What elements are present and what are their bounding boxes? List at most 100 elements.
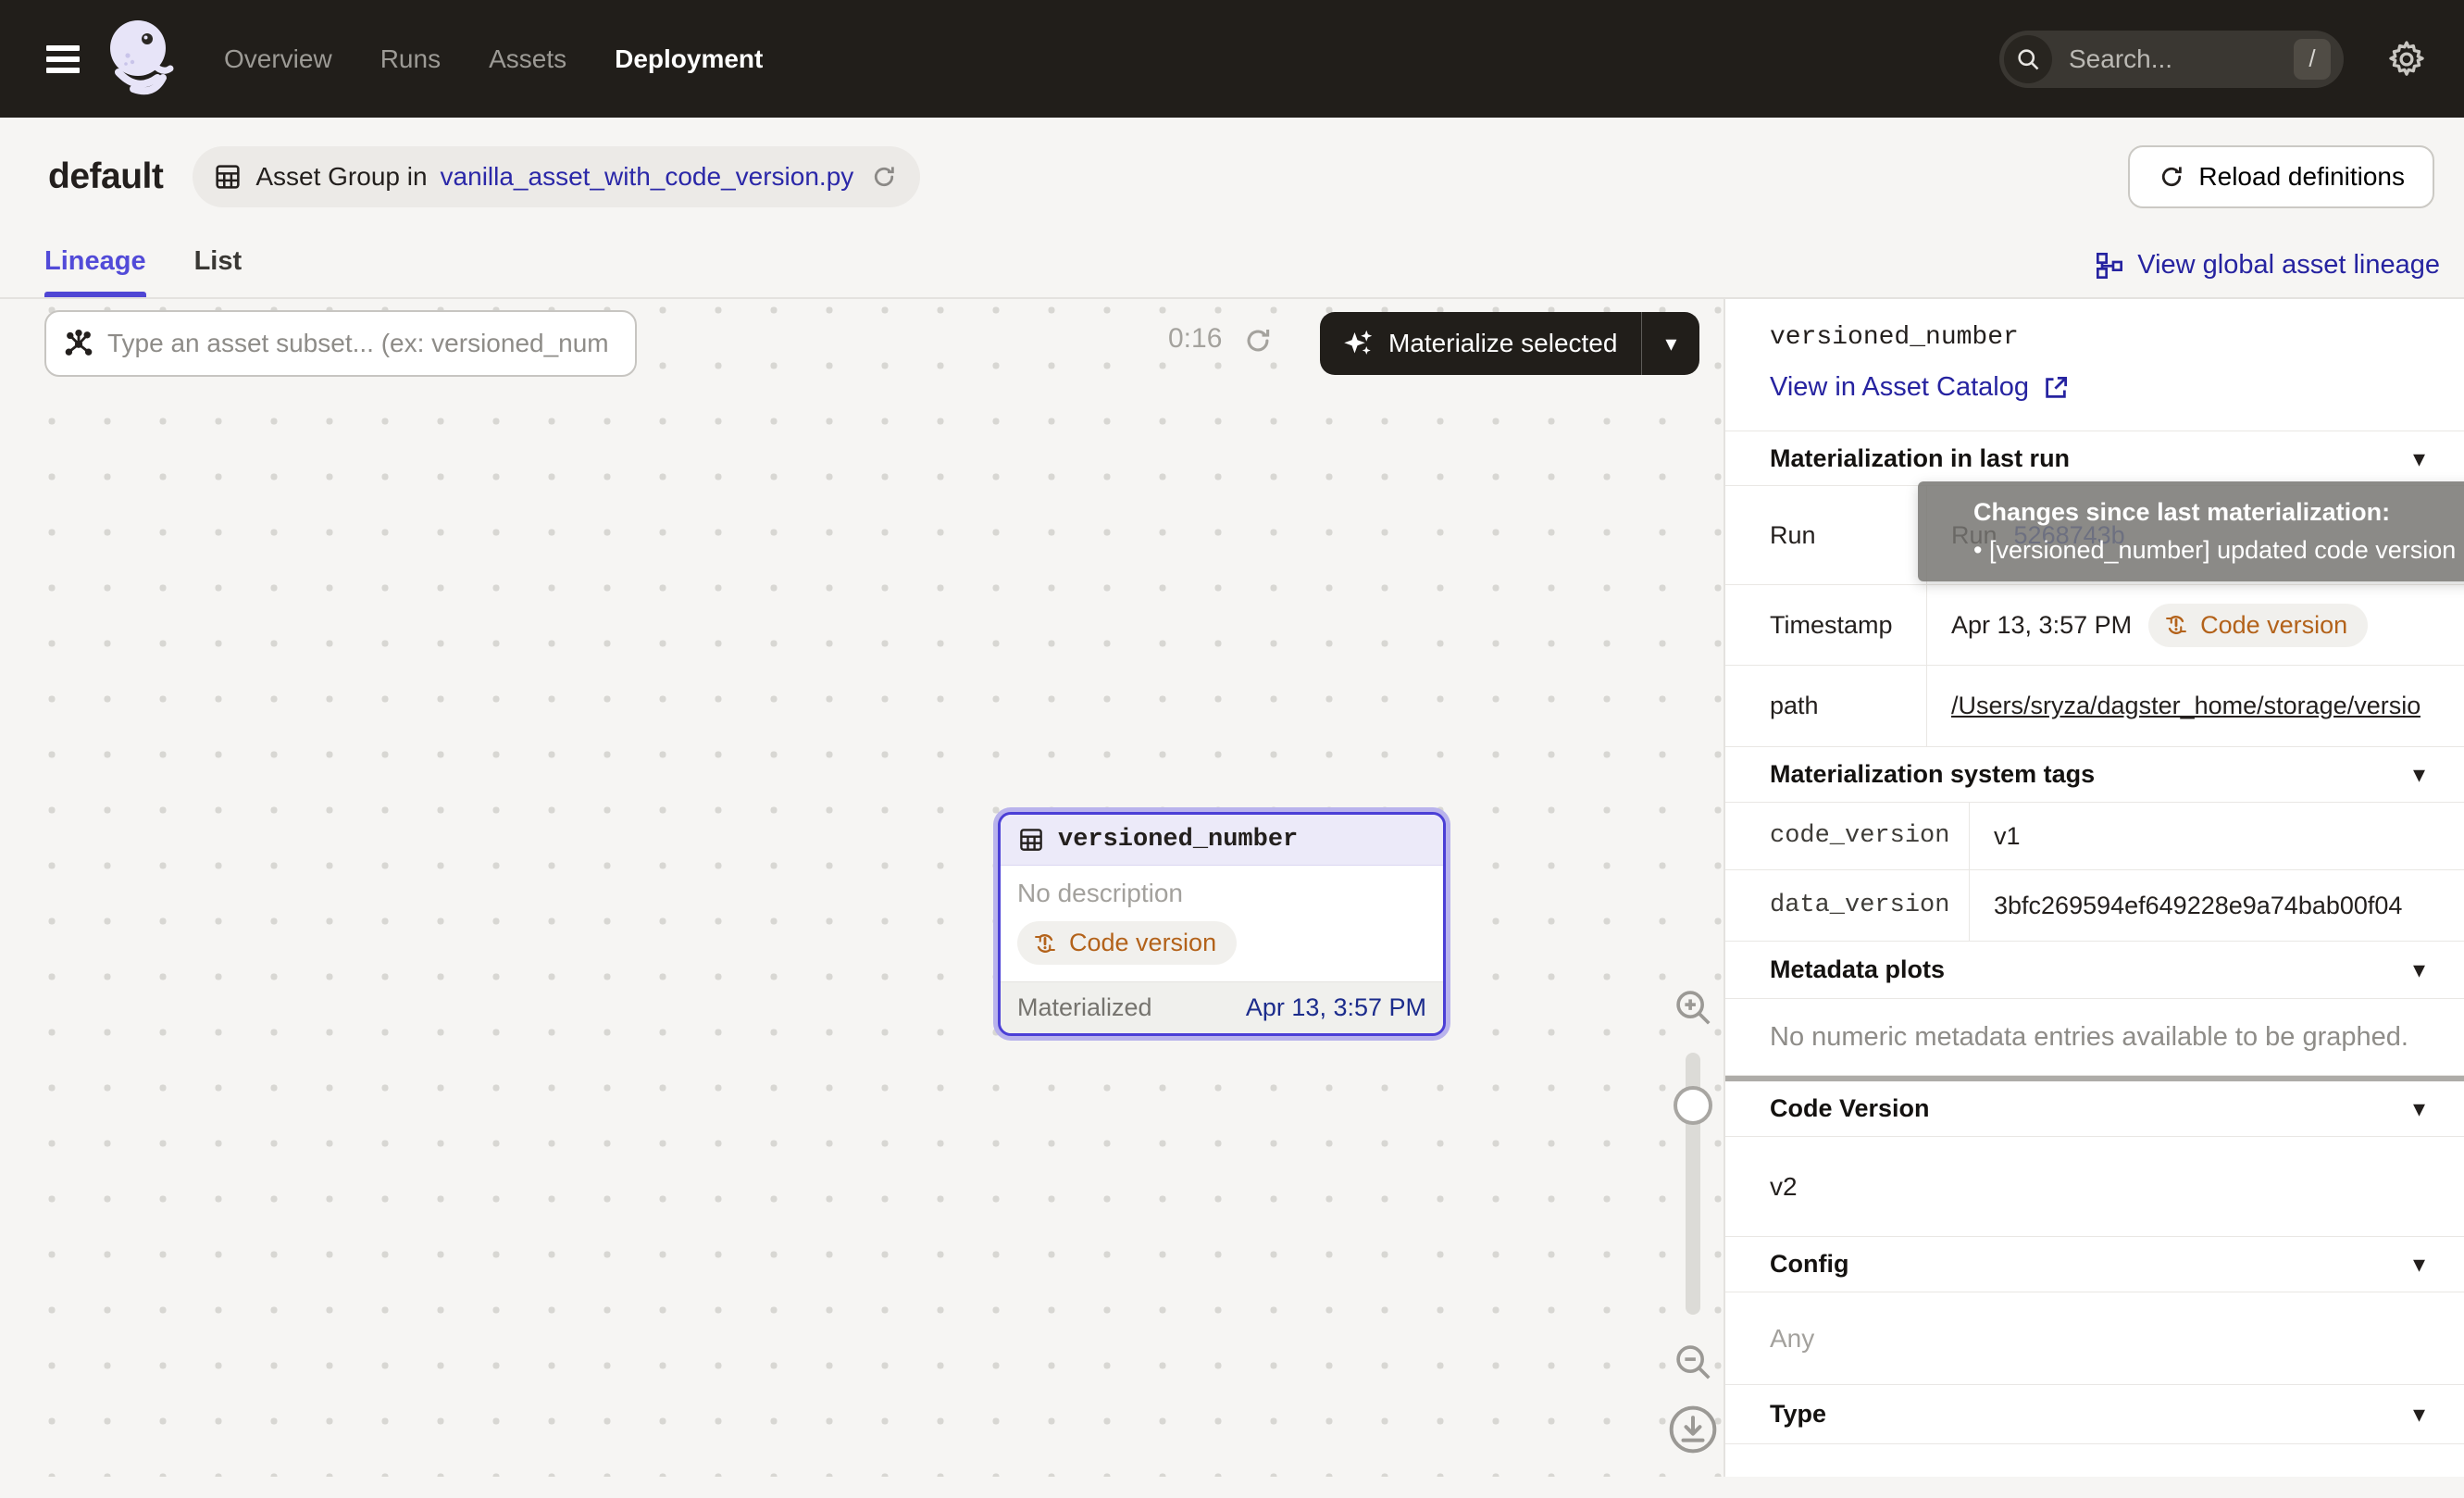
tab-lineage[interactable]: Lineage: [44, 246, 146, 297]
nav-overview[interactable]: Overview: [224, 44, 332, 74]
section-materialization-system-tags[interactable]: Materialization system tags ▾: [1725, 747, 2464, 803]
section-title: Config: [1770, 1250, 1848, 1279]
metadata-plots-empty-message: No numeric metadata entries available to…: [1725, 999, 2464, 1076]
timestamp-row: Timestamp Apr 13, 3:57 PM Code version: [1725, 585, 2464, 666]
nav-assets[interactable]: Assets: [489, 44, 566, 74]
view-global-asset-lineage-label: View global asset lineage: [2137, 250, 2440, 281]
breadcrumb-label: Asset Group in: [255, 162, 427, 192]
asset-node-header: versioned_number: [1001, 815, 1443, 866]
code-version-tag-label: Code version: [1069, 929, 1216, 957]
code-version-changed-icon: [1032, 930, 1058, 956]
breadcrumb: Asset Group in vanilla_asset_with_code_v…: [193, 146, 920, 207]
gear-icon[interactable]: [2386, 39, 2427, 80]
asset-node-footer: Materialized Apr 13, 3:57 PM: [1001, 981, 1443, 1033]
data-version-tag-row: data_version 3bfc269594ef649228e9a74bab0…: [1725, 870, 2464, 942]
path-value-link[interactable]: /Users/sryza/dagster_home/storage/versio: [1951, 692, 2420, 720]
code-version-changed-icon: [2163, 612, 2189, 638]
path-label: path: [1725, 666, 1927, 746]
zoom-controls: [1662, 986, 1724, 1455]
external-link-icon: [2042, 374, 2070, 402]
search-input[interactable]: Search... /: [1999, 31, 2344, 88]
page-header: default Asset Group in vanilla_asset_wit…: [0, 118, 2464, 225]
zoom-slider-track[interactable]: [1686, 1053, 1700, 1315]
materialized-timestamp[interactable]: Apr 13, 3:57 PM: [1246, 993, 1426, 1022]
breadcrumb-file-link[interactable]: vanilla_asset_with_code_version.py: [441, 162, 854, 192]
content-area: Type an asset subset... (ex: versioned_n…: [0, 299, 2464, 1477]
reload-icon: [2158, 163, 2185, 191]
caret-down-icon: ▾: [2413, 955, 2425, 984]
asset-node-description: No description: [1017, 879, 1426, 908]
asset-node-title: versioned_number: [1058, 826, 1298, 854]
zoom-out-icon[interactable]: [1672, 1341, 1714, 1383]
caret-down-icon: ▾: [2413, 444, 2425, 473]
tooltip-title: Changes since last materialization:: [1973, 498, 2464, 527]
materialize-dropdown-button[interactable]: ▾: [1642, 312, 1699, 375]
changes-since-materialization-tooltip: Changes since last materialization: • [v…: [1918, 481, 2464, 581]
code-version-value: v1: [1970, 822, 2464, 851]
code-version-changed-tag[interactable]: Code version: [2148, 604, 2368, 647]
refresh-icon[interactable]: [870, 163, 898, 191]
asset-group-icon: [213, 162, 243, 192]
asset-detail-panel: versioned_number View in Asset Catalog M…: [1724, 299, 2464, 1477]
asset-node-versioned-number[interactable]: versioned_number No description Code ver…: [998, 812, 1446, 1036]
graph-refresh-icon[interactable]: [1242, 325, 1274, 356]
download-image-icon[interactable]: [1667, 1404, 1719, 1455]
lineage-graph-canvas[interactable]: Type an asset subset... (ex: versioned_n…: [0, 299, 1724, 1477]
menu-icon[interactable]: [46, 45, 80, 73]
view-tabs: Lineage List View global asset lineage: [0, 225, 2464, 299]
refresh-countdown: 0:16: [1168, 323, 1222, 355]
dagster-logo-icon: [106, 15, 178, 104]
asset-subset-input[interactable]: Type an asset subset... (ex: versioned_n…: [44, 310, 637, 377]
materialized-status-label: Materialized: [1017, 993, 1152, 1022]
sparkle-icon: [1342, 327, 1375, 360]
code-version-changed-tag[interactable]: Code version: [1017, 921, 1237, 965]
asset-subset-placeholder: Type an asset subset... (ex: versioned_n…: [107, 329, 609, 358]
tab-list[interactable]: List: [194, 246, 243, 297]
section-materialization-last-run[interactable]: Materialization in last run ▾: [1725, 431, 2464, 486]
tooltip-item: • [versioned_number] updated code versio…: [1973, 536, 2464, 565]
reload-definitions-button[interactable]: Reload definitions: [2128, 145, 2434, 208]
materialize-selected-label: Materialize selected: [1388, 329, 1617, 358]
primary-nav: Overview Runs Assets Deployment: [224, 44, 763, 74]
caret-down-icon: ▾: [2413, 1400, 2425, 1429]
timestamp-value[interactable]: Apr 13, 3:57 PM: [1951, 611, 2132, 640]
caret-down-icon: ▾: [1665, 331, 1676, 357]
asset-node-body: No description Code version: [1001, 866, 1443, 981]
materialize-selected-split-button: Materialize selected ▾: [1320, 312, 1699, 375]
code-version-key: code_version: [1725, 803, 1970, 869]
view-in-asset-catalog-label: View in Asset Catalog: [1770, 372, 2029, 403]
materialize-selected-button[interactable]: Materialize selected: [1320, 312, 1641, 375]
caret-down-icon: ▾: [2413, 1250, 2425, 1279]
code-version-tag-row: code_version v1: [1725, 803, 2464, 870]
code-version-value-block: v2: [1725, 1137, 2464, 1237]
run-label: Run: [1725, 486, 1927, 584]
section-title: Metadata plots: [1770, 955, 1945, 984]
section-type[interactable]: Type ▾: [1725, 1385, 2464, 1444]
section-title: Materialization system tags: [1770, 760, 2095, 789]
search-shortcut-key: /: [2294, 39, 2331, 80]
section-metadata-plots[interactable]: Metadata plots ▾: [1725, 942, 2464, 999]
search-placeholder: Search...: [2069, 44, 2294, 74]
lineage-graph-icon: [2095, 251, 2124, 281]
section-title: Materialization in last run: [1770, 444, 2070, 473]
reload-definitions-label: Reload definitions: [2198, 162, 2405, 192]
panel-header: versioned_number View in Asset Catalog: [1725, 299, 2464, 431]
path-row: path /Users/sryza/dagster_home/storage/v…: [1725, 666, 2464, 747]
caret-down-icon: ▾: [2413, 760, 2425, 789]
view-global-asset-lineage-link[interactable]: View global asset lineage: [2095, 250, 2440, 297]
data-version-value: 3bfc269594ef649228e9a74bab00f04: [1970, 892, 2464, 920]
zoom-slider-handle[interactable]: [1674, 1086, 1712, 1125]
section-code-version[interactable]: Code Version ▾: [1725, 1081, 2464, 1137]
page-title: default: [48, 156, 163, 197]
asset-table-icon: [1017, 826, 1045, 854]
panel-asset-name: versioned_number: [1770, 323, 2420, 352]
view-in-asset-catalog-link[interactable]: View in Asset Catalog: [1770, 372, 2420, 403]
data-version-key: data_version: [1725, 870, 1970, 941]
zoom-in-icon[interactable]: [1672, 986, 1714, 1029]
section-config[interactable]: Config ▾: [1725, 1237, 2464, 1292]
nav-deployment[interactable]: Deployment: [615, 44, 763, 74]
nav-runs[interactable]: Runs: [380, 44, 441, 74]
top-navigation-bar: Overview Runs Assets Deployment Search..…: [0, 0, 2464, 118]
dagster-logo[interactable]: [106, 15, 178, 104]
op-selection-icon: [63, 328, 94, 359]
